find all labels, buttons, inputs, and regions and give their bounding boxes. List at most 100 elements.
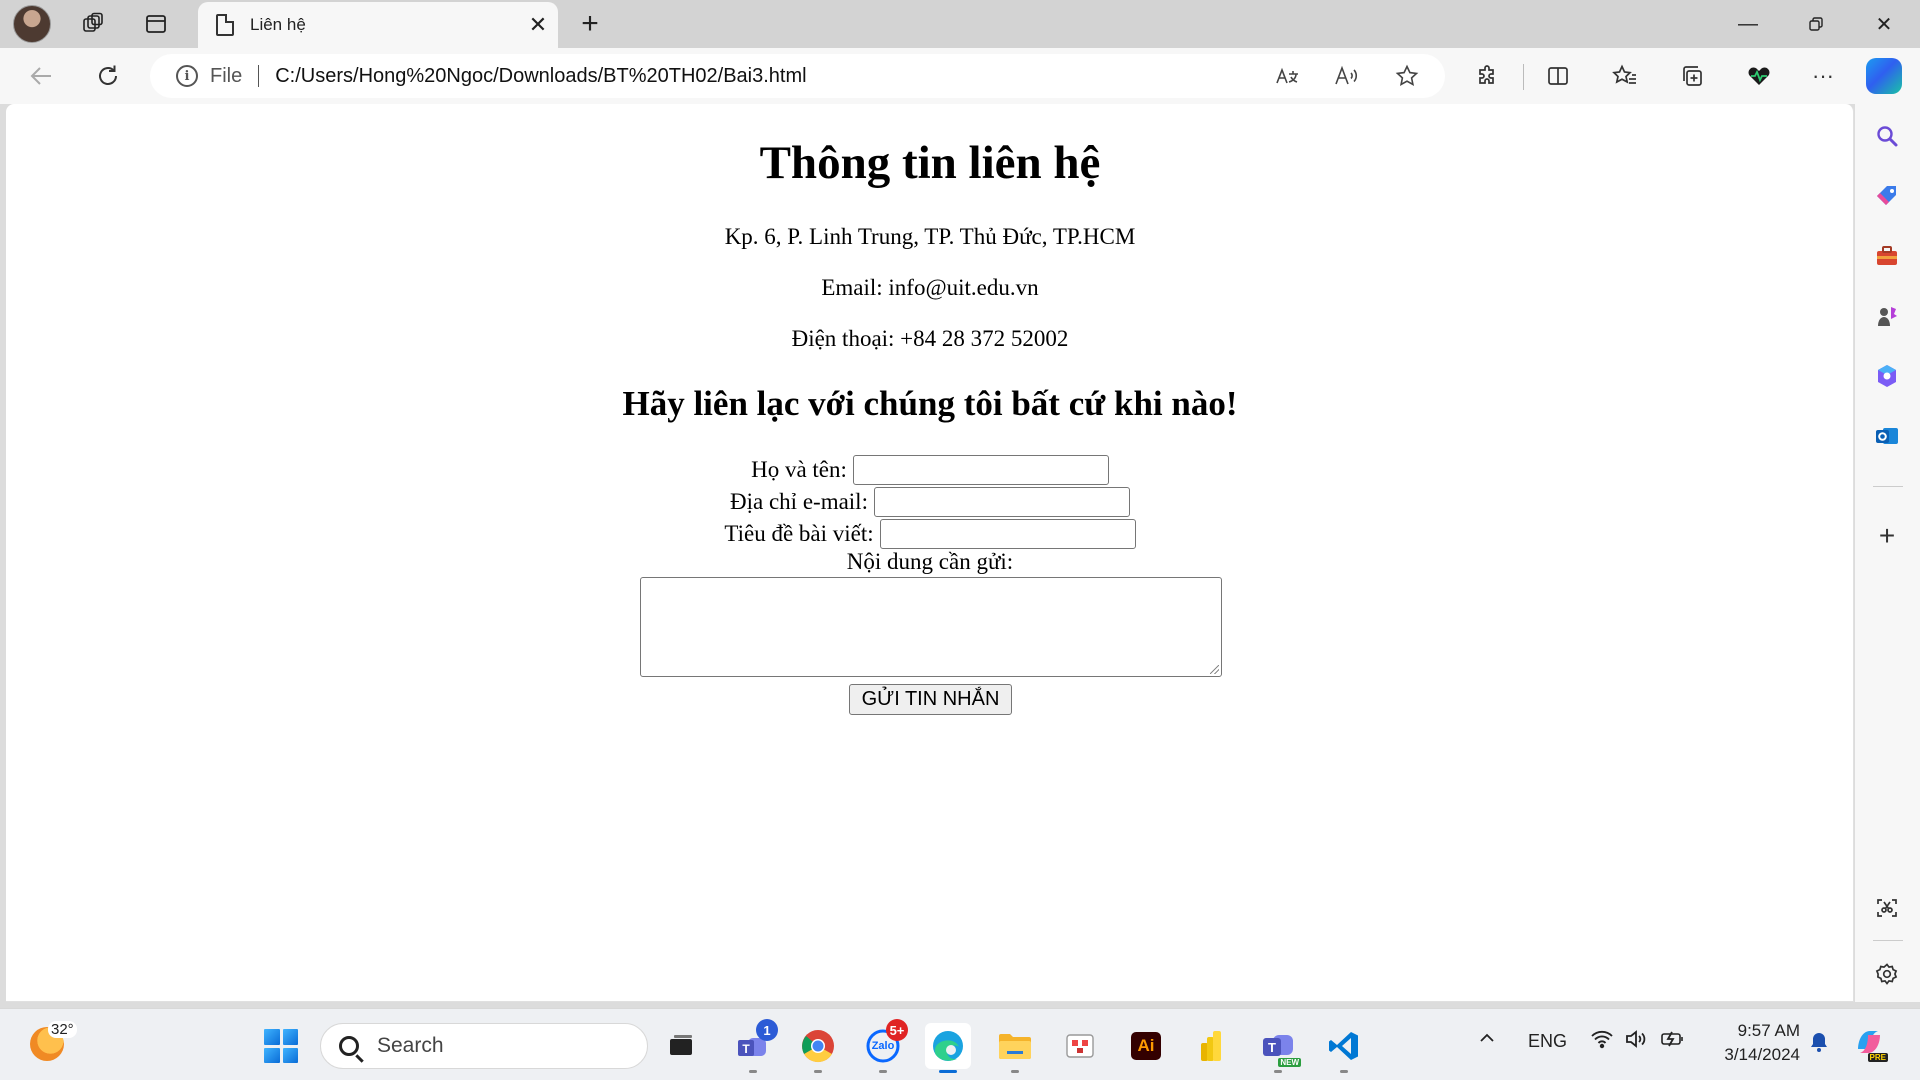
tab-title: Liên hệ — [250, 15, 306, 34]
address-bar[interactable]: i File C:/Users/Hong%20Ngoc/Downloads/BT… — [150, 54, 1445, 98]
running-indicator — [814, 1070, 822, 1073]
search-glass-icon — [339, 1036, 359, 1056]
preview-badge: PRE — [1867, 1053, 1888, 1062]
screenshot-icon[interactable] — [1865, 886, 1909, 930]
running-indicator — [749, 1070, 757, 1073]
message-textarea[interactable] — [640, 577, 1222, 677]
clock-date: 3/14/2024 — [1724, 1045, 1800, 1064]
snipping-tool-icon[interactable] — [1057, 1023, 1103, 1069]
outlook-icon[interactable] — [1865, 414, 1909, 458]
task-view-icon[interactable] — [658, 1023, 704, 1069]
illustrator-logo-text: Ai — [1137, 1036, 1155, 1055]
running-indicator — [1274, 1070, 1282, 1073]
file-explorer-icon[interactable] — [992, 1023, 1038, 1073]
site-info-icon[interactable]: i — [176, 65, 198, 87]
search-placeholder: Search — [377, 1034, 444, 1057]
edge-sidebar: + — [1855, 104, 1920, 1002]
name-label: Họ và tên: — [751, 457, 847, 482]
extensions-icon[interactable] — [1466, 56, 1510, 96]
address-text: Kp. 6, P. Linh Trung, TP. Thủ Đức, TP.HC… — [724, 224, 1136, 249]
back-button[interactable] — [22, 56, 62, 96]
email-label: Địa chỉ e-mail: — [730, 489, 868, 514]
document-icon — [216, 14, 234, 36]
profile-avatar[interactable] — [13, 5, 51, 43]
teams-badge: 1 — [756, 1019, 778, 1041]
zalo-logo-text: Zalo — [871, 1040, 895, 1052]
notification-bell-icon[interactable] — [1808, 1031, 1830, 1058]
edge-icon[interactable] — [925, 1023, 971, 1073]
more-options-icon[interactable]: ··· — [1801, 56, 1845, 96]
battery-charging-icon[interactable] — [1660, 1029, 1686, 1054]
subject-label: Tiêu đề bài viết: — [724, 521, 874, 546]
wifi-icon[interactable] — [1590, 1029, 1614, 1054]
url-scheme: File — [210, 64, 243, 87]
new-badge: NEW — [1278, 1058, 1301, 1067]
volume-icon[interactable] — [1624, 1029, 1648, 1054]
search-icon[interactable] — [1865, 114, 1909, 158]
teams-icon[interactable]: T 1 — [730, 1019, 778, 1073]
power-bi-icon[interactable] — [1188, 1023, 1234, 1069]
browser-essentials-icon[interactable] — [1737, 56, 1781, 96]
games-icon[interactable] — [1865, 294, 1909, 338]
page-title: Thông tin liên hệ — [759, 137, 1101, 189]
copilot-icon[interactable] — [1866, 58, 1902, 94]
read-aloud-icon[interactable] — [1325, 56, 1369, 96]
zalo-icon[interactable]: Zalo 5+ — [860, 1019, 908, 1073]
illustrator-icon[interactable]: Ai — [1123, 1023, 1169, 1069]
email-input[interactable] — [873, 487, 1130, 517]
taskbar-search[interactable]: Search — [320, 1023, 648, 1069]
chrome-icon[interactable] — [795, 1023, 841, 1073]
favorites-icon[interactable] — [1603, 56, 1647, 96]
svg-text:T: T — [742, 1042, 750, 1056]
sidebar-settings-icon[interactable] — [1865, 952, 1909, 996]
language-indicator[interactable]: ENG — [1528, 1031, 1567, 1052]
email-text: Email: info@uit.edu.vn — [821, 275, 1039, 300]
zalo-badge: 5+ — [886, 1019, 908, 1041]
message-row: Nội dung cần gửi: — [6, 549, 1854, 575]
split-screen-icon[interactable] — [1536, 56, 1580, 96]
running-indicator — [939, 1070, 957, 1073]
vscode-icon[interactable] — [1321, 1023, 1367, 1073]
navigation-bar: i File C:/Users/Hong%20Ngoc/Downloads/BT… — [0, 48, 1920, 104]
url-text[interactable]: C:/Users/Hong%20Ngoc/Downloads/BT%20TH02… — [275, 65, 1265, 88]
teams-new-icon[interactable]: T NEW — [1255, 1023, 1301, 1073]
show-hidden-icons-chevron-icon[interactable] — [1478, 1029, 1496, 1052]
subject-input[interactable] — [879, 519, 1136, 549]
name-row: Họ và tên: — [6, 455, 1854, 485]
name-input[interactable] — [852, 455, 1109, 485]
sidebar-separator-2 — [1873, 940, 1903, 941]
windows-taskbar: 32° Search T 1 Zalo 5+ Ai T NEW ENG 9:57… — [0, 1008, 1920, 1080]
tab-lien-he[interactable]: Liên hệ ✕ — [198, 2, 558, 48]
page-viewport: Thông tin liên hệ Kp. 6, P. Linh Trung, … — [6, 104, 1854, 1002]
clock-time: 9:57 AM — [1737, 1021, 1800, 1040]
minimize-button[interactable]: — — [1719, 0, 1777, 48]
running-indicator — [1011, 1070, 1019, 1073]
workspaces-icon[interactable] — [73, 6, 113, 42]
favorite-star-icon[interactable] — [1385, 56, 1429, 96]
running-indicator — [879, 1070, 887, 1073]
windows-start-icon[interactable] — [264, 1029, 298, 1063]
add-sidebar-app-icon[interactable]: + — [1865, 514, 1909, 558]
submit-button[interactable]: GỬI TIN NHẮN — [849, 684, 1012, 715]
translate-icon[interactable] — [1265, 56, 1309, 96]
weather-temperature: 32° — [48, 1021, 77, 1038]
shopping-tag-icon[interactable] — [1865, 174, 1909, 218]
system-clock[interactable]: 9:57 AM 3/14/2024 — [1700, 1019, 1800, 1067]
copilot-preview-icon[interactable]: PRE — [1852, 1025, 1888, 1064]
toolbar-separator — [1523, 64, 1524, 90]
collections-icon[interactable] — [1670, 56, 1714, 96]
microsoft-365-icon[interactable] — [1865, 354, 1909, 398]
new-tab-button[interactable]: + — [570, 6, 610, 42]
refresh-button[interactable] — [88, 56, 128, 96]
running-indicator — [1340, 1070, 1348, 1073]
phone-text: Điện thoại: +84 28 372 52002 — [791, 326, 1069, 351]
tab-bar: Liên hệ ✕ + — ✕ — [0, 0, 1920, 48]
tools-icon[interactable] — [1865, 234, 1909, 278]
vertical-tabs-icon[interactable] — [136, 6, 176, 42]
message-label: Nội dung cần gửi: — [846, 549, 1014, 574]
url-separator — [258, 65, 260, 87]
contact-heading: Hãy liên lạc với chúng tôi bất cứ khi nà… — [622, 384, 1238, 423]
close-window-button[interactable]: ✕ — [1855, 0, 1913, 48]
close-tab-icon[interactable]: ✕ — [518, 5, 558, 45]
restore-button[interactable] — [1787, 0, 1845, 48]
